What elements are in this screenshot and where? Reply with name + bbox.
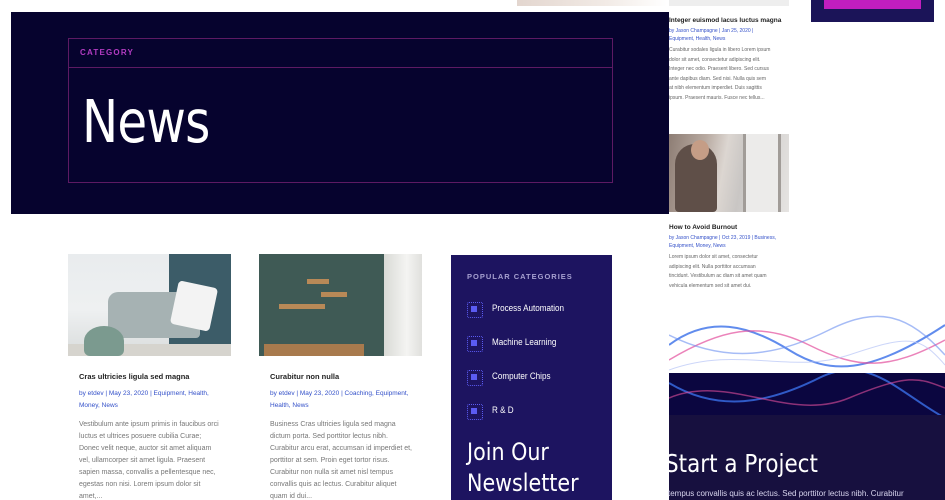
post-meta-line[interactable]: by Jason Champagne | Oct 23, 2019 | Busi… [669,234,789,242]
post-title-link[interactable]: Curabitur non nulla [270,372,422,381]
post-meta-line[interactable]: by Jason Champagne | Jan 25, 2020 | [669,27,789,35]
excerpt-line: dictum porta. Sed porttitor lectus nibh. [270,433,388,440]
post-meta[interactable]: by etdev | May 23, 2020 | Coaching, Equi… [270,388,414,412]
excerpt-line: ante dapibus diam. Sed nisi. Nulla quis … [669,75,766,82]
excerpt-line: Donec velit neque, auctor sit amet aliqu… [79,445,212,452]
shelf-shape [307,279,329,284]
excerpt-line: porttitor at sem. Proin eget tortor risu… [270,457,390,464]
partial-post-image[interactable] [517,0,667,6]
shelf-shape [321,292,347,297]
excerpt-line: Curabitur sodales ligula in libero Lorem… [669,47,771,53]
sidebar-item-machine-learning[interactable]: Machine Learning [467,334,607,352]
excerpt-line: vehicula elementum sed sit amet dui. [669,282,752,289]
post-thumbnail[interactable] [259,254,422,356]
shelf-shape [279,304,325,309]
excerpt-line: tincidunt. Vestibulum ac diam sit amet q… [669,273,767,279]
post-meta-line[interactable]: by etdev | May 23, 2020 | Equipment, Hea… [79,388,223,400]
right-post: Integer euismod lacus luctus magna by Ja… [669,16,789,103]
header-cta-area [811,0,934,22]
hero-category-label: CATEGORY [80,48,135,57]
sidebar-item-process-automation[interactable]: Process Automation [467,300,607,318]
cta-section [669,373,945,500]
post-meta-line[interactable]: Equipment, Health, News [669,35,789,43]
chip-icon [467,404,483,420]
excerpt-line: luctus et ultrices posuere cubilia Curae… [79,433,202,440]
post-meta[interactable]: by etdev | May 23, 2020 | Equipment, Hea… [79,388,223,412]
excerpt-line: sapien massa, convallis a pellentesque n… [79,469,216,476]
post-card: Curabitur non nulla by etdev | May 23, 2… [259,254,422,500]
bench-shape [264,344,364,356]
sidebar-heading: POPULAR CATEGORIES [467,272,573,281]
excerpt-line: Vestibulum ante ipsum primis in faucibus… [79,421,219,428]
sidebar-item-computer-chips[interactable]: Computer Chips [467,368,607,386]
post-title-link[interactable]: Cras ultricies ligula sed magna [79,372,231,381]
excerpt-line: convallis quis ac lectus. Curabitur aliq… [270,481,397,488]
excerpt-line: dolor sit amet, consectetur adipiscing e… [669,56,761,63]
excerpt-line: vel, ullamcorper sit amet ligula. Praese… [79,457,206,464]
post-meta-line[interactable]: by etdev | May 23, 2020 | Coaching, Equi… [270,388,414,400]
excerpt-line: quam id dui... [270,493,313,500]
post-excerpt: Vestibulum ante ipsum primis in faucibus… [79,419,225,500]
excerpt-line: Business Cras ultricies ligula sed magna [270,421,396,428]
excerpt-line: Curabitur non nulla sit amet nisl tempus [270,469,393,476]
chip-icon [467,302,483,318]
chip-icon [467,336,483,352]
excerpt-line: at nibh elementum imperdiet. Duis sagitt… [669,85,762,91]
cta-text: tempus convallis quis ac lectus. Sed por… [668,489,904,498]
hero-frame: CATEGORY News [68,38,613,183]
curtain-shape [384,254,422,356]
right-post: How to Avoid Burnout by Jason Champagne … [669,223,789,291]
partial-post-image[interactable] [669,0,789,6]
newsletter-heading-line: Join Our [467,438,549,466]
sidebar: POPULAR CATEGORIES Process Automation Ma… [451,255,612,500]
newsletter-heading: Join Our Newsletter [467,437,579,499]
excerpt-line: Lorem ipsum dolor sit amet, consectetur [669,254,758,260]
hero-divider [69,67,612,68]
excerpt-line: Curabitur arcu erat, accumsan id imperdi… [270,445,413,452]
post-thumbnail[interactable] [669,134,789,212]
header-cta-button[interactable] [824,0,921,9]
excerpt-line: egestas non nisi. Lorem ipsum dolor sit [79,481,201,488]
excerpt-line: adipiscing elit. Nulla porttitor accumsa… [669,263,756,270]
sidebar-item-label[interactable]: Machine Learning [492,337,556,347]
post-excerpt: Lorem ipsum dolor sit amet, consectetur … [669,253,789,291]
page-title: News [82,87,210,156]
post-title-link[interactable]: How to Avoid Burnout [669,223,789,232]
post-meta-line[interactable]: Equipment, Money, News [669,242,789,250]
sidebar-item-label[interactable]: R & D [492,405,514,415]
plant-shape [84,326,124,356]
chip-icon [467,370,483,386]
category-hero: CATEGORY News [11,12,669,214]
face-shape [691,140,709,160]
wave-lines [669,315,945,371]
excerpt-line: ipsum. Praesent mauris. Fusce nec tellus… [669,94,765,101]
post-meta[interactable]: by Jason Champagne | Jan 25, 2020 | Equi… [669,27,789,43]
post-meta-line[interactable]: Health, News [270,400,414,412]
cta-wave-graphic [669,315,945,375]
post-card: Cras ultricies ligula sed magna by etdev… [68,254,231,500]
window-shape [743,134,781,212]
post-title-link[interactable]: Integer euismod lacus luctus magna [669,16,789,25]
excerpt-line: Integer nec odio. Praesent libero. Sed c… [669,66,770,72]
newsletter-heading-line: Newsletter [467,469,579,497]
post-thumbnail[interactable] [68,254,231,356]
post-meta-line[interactable]: Money, News [79,400,223,412]
post-excerpt: Business Cras ultricies ligula sed magna… [270,419,416,500]
sidebar-item-label[interactable]: Process Automation [492,303,564,313]
sidebar-item-r-and-d[interactable]: R & D [467,402,607,420]
post-excerpt: Curabitur sodales ligula in libero Lorem… [669,46,789,103]
excerpt-line: amet,... [79,493,103,500]
cta-title: Start a Project [665,449,818,478]
sidebar-item-label[interactable]: Computer Chips [492,371,551,381]
post-meta[interactable]: by Jason Champagne | Oct 23, 2019 | Busi… [669,234,789,250]
